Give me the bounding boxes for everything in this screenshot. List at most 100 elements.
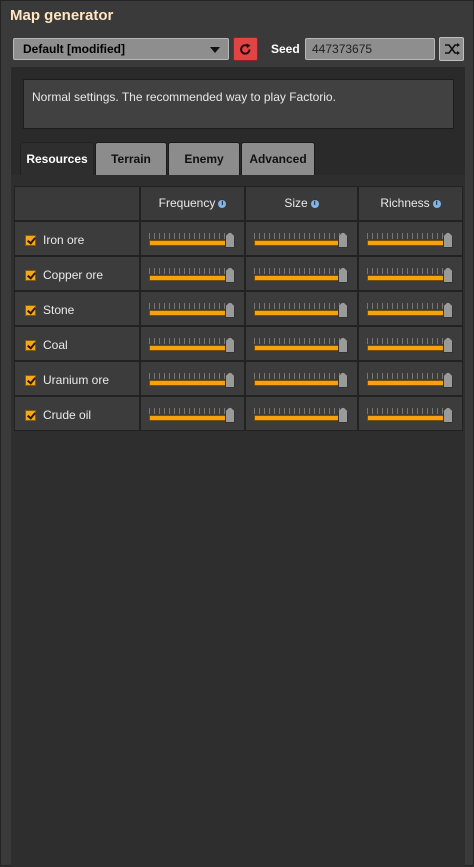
resource-enabled-checkbox[interactable] <box>25 410 36 421</box>
frequency-slider[interactable] <box>149 302 235 318</box>
tab-terrain[interactable]: Terrain <box>95 142 167 175</box>
slider-ticks <box>254 338 342 344</box>
map-generator-window: Map generator Default [modified] Seed 44… <box>0 0 474 867</box>
resource-label: Crude oil <box>43 408 92 422</box>
richness-slider[interactable] <box>367 372 453 388</box>
table-row: Uranium ore <box>14 361 463 396</box>
resource-enabled-checkbox[interactable] <box>25 340 36 351</box>
richness-cell <box>358 396 463 431</box>
resource-name-cell: Uranium ore <box>14 361 140 396</box>
size-slider[interactable] <box>254 337 348 353</box>
table-row: Iron ore <box>14 221 463 256</box>
richness-cell <box>358 221 463 256</box>
resource-name-cell: Crude oil <box>14 396 140 431</box>
seed-input[interactable]: 447373675 <box>305 38 435 60</box>
preset-value: Default [modified] <box>23 42 125 56</box>
size-slider[interactable] <box>254 267 348 283</box>
richness-cell <box>358 326 463 361</box>
resource-name-cell: Iron ore <box>14 221 140 256</box>
resources-table: Frequency i Size i Richness i Iron ore Coppe… <box>14 186 463 432</box>
frequency-slider[interactable] <box>149 407 235 423</box>
seed-label: Seed <box>271 42 300 56</box>
resource-enabled-checkbox[interactable] <box>25 375 36 386</box>
resource-label: Coal <box>43 338 68 352</box>
info-icon[interactable]: i <box>218 199 227 208</box>
tab-enemy[interactable]: Enemy <box>168 142 240 175</box>
slider-fill <box>149 275 229 281</box>
slider-fill <box>254 310 342 316</box>
header-richness: Richness i <box>358 186 463 221</box>
slider-ticks <box>254 268 342 274</box>
frequency-slider[interactable] <box>149 267 235 283</box>
resource-name-cell: Stone <box>14 291 140 326</box>
frequency-slider[interactable] <box>149 337 235 353</box>
reset-preset-button[interactable] <box>233 37 258 61</box>
resource-enabled-checkbox[interactable] <box>25 235 36 246</box>
richness-label: Richness <box>380 196 430 210</box>
size-slider[interactable] <box>254 232 348 248</box>
size-cell <box>245 326 358 361</box>
slider-ticks <box>254 233 342 239</box>
frequency-cell <box>140 396 245 431</box>
slider-fill <box>367 240 447 246</box>
tab-advanced[interactable]: Advanced <box>241 142 315 175</box>
size-cell <box>245 221 358 256</box>
chevron-down-icon <box>210 47 220 53</box>
slider-ticks <box>254 303 342 309</box>
richness-cell <box>358 256 463 291</box>
slider-fill <box>367 415 447 421</box>
slider-ticks <box>149 268 229 274</box>
title-bar[interactable]: Map generator <box>1 1 473 31</box>
frequency-cell <box>140 361 245 396</box>
frequency-cell <box>140 221 245 256</box>
slider-ticks <box>367 303 447 309</box>
slider-fill <box>254 415 342 421</box>
slider-ticks <box>367 268 447 274</box>
header-frequency: Frequency i <box>140 186 245 221</box>
slider-fill <box>149 240 229 246</box>
info-icon[interactable]: i <box>432 199 441 208</box>
header-resource-cell <box>14 186 140 221</box>
table-row: Copper ore <box>14 256 463 291</box>
size-slider[interactable] <box>254 372 348 388</box>
shuffle-seed-button[interactable] <box>439 37 464 61</box>
slider-ticks <box>367 408 447 414</box>
size-slider[interactable] <box>254 302 348 318</box>
resource-label: Stone <box>43 303 75 317</box>
frequency-slider[interactable] <box>149 232 235 248</box>
slider-fill <box>367 380 447 386</box>
richness-cell <box>358 361 463 396</box>
slider-fill <box>149 345 229 351</box>
shuffle-icon <box>445 43 460 55</box>
slider-ticks <box>149 233 229 239</box>
description-box: Normal settings. The recommended way to … <box>23 79 454 129</box>
resource-label: Copper ore <box>43 268 104 282</box>
frequency-cell <box>140 256 245 291</box>
richness-slider[interactable] <box>367 302 453 318</box>
frequency-cell <box>140 291 245 326</box>
reset-icon <box>240 43 251 55</box>
size-cell <box>245 361 358 396</box>
size-slider[interactable] <box>254 407 348 423</box>
richness-slider[interactable] <box>367 267 453 283</box>
slider-fill <box>254 380 342 386</box>
slider-ticks <box>149 338 229 344</box>
slider-ticks <box>367 233 447 239</box>
richness-slider[interactable] <box>367 337 453 353</box>
frequency-cell <box>140 326 245 361</box>
slider-ticks <box>149 373 229 379</box>
window-title: Map generator <box>10 7 114 24</box>
slider-fill <box>149 310 229 316</box>
tab-resources[interactable]: Resources <box>20 142 94 175</box>
slider-ticks <box>149 408 229 414</box>
richness-cell <box>358 291 463 326</box>
preset-dropdown[interactable]: Default [modified] <box>13 38 229 60</box>
frequency-slider[interactable] <box>149 372 235 388</box>
description-text: Normal settings. The recommended way to … <box>32 90 336 104</box>
table-row: Crude oil <box>14 396 463 431</box>
resource-enabled-checkbox[interactable] <box>25 305 36 316</box>
richness-slider[interactable] <box>367 232 453 248</box>
resource-enabled-checkbox[interactable] <box>25 270 36 281</box>
info-icon[interactable]: i <box>310 199 319 208</box>
richness-slider[interactable] <box>367 407 453 423</box>
